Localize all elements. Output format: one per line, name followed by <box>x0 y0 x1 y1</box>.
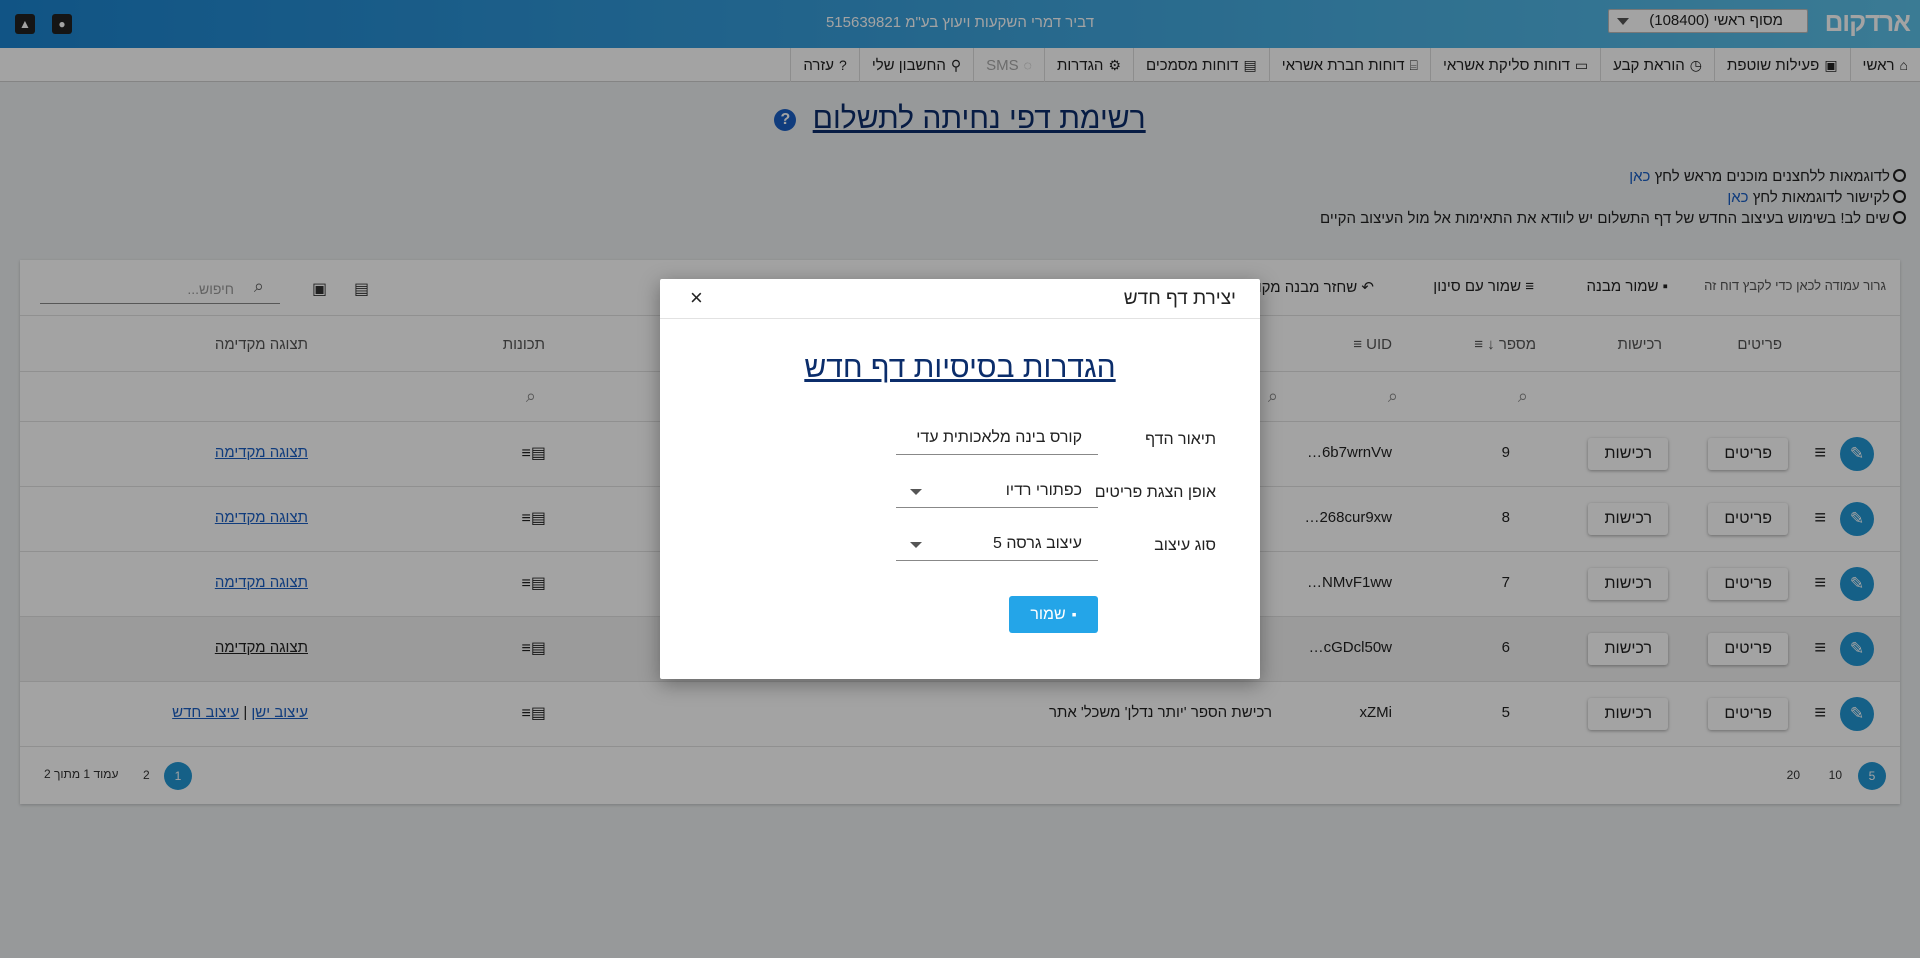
description-input[interactable]: קורס בינה מלאכותית עדי <box>896 421 1098 455</box>
design-type-value: עיצוב גרסה 5 <box>992 535 1082 552</box>
display-mode-label: אופן הצגת פריטים <box>1094 484 1216 501</box>
save-label: שמור <box>1030 606 1066 623</box>
chevron-down-icon <box>910 489 922 495</box>
dialog-heading-text: הגדרות בסיסיות דף חדש <box>804 351 1116 384</box>
chevron-down-icon <box>910 542 922 548</box>
floppy-icon: ▪ <box>1071 606 1077 622</box>
display-mode-select[interactable]: כפתורי רדיו <box>896 474 1098 508</box>
close-icon[interactable]: × <box>690 285 703 311</box>
display-mode-value: כפתורי רדיו <box>1005 482 1082 499</box>
design-type-label: סוג עיצוב <box>1154 537 1216 554</box>
dialog-title: יצירת דף חדש <box>1123 288 1236 309</box>
dialog-heading: הגדרות בסיסיות דף חדש <box>660 351 1260 385</box>
save-button[interactable]: ▪ שמור <box>1009 596 1098 633</box>
design-type-select[interactable]: עיצוב גרסה 5 <box>896 527 1098 561</box>
dialog-header: יצירת דף חדש × <box>660 279 1260 319</box>
description-label: תיאור הדף <box>1145 431 1216 448</box>
create-page-dialog: יצירת דף חדש × הגדרות בסיסיות דף חדש תיא… <box>660 279 1260 679</box>
description-value: קורס בינה מלאכותית עדי <box>916 429 1082 446</box>
